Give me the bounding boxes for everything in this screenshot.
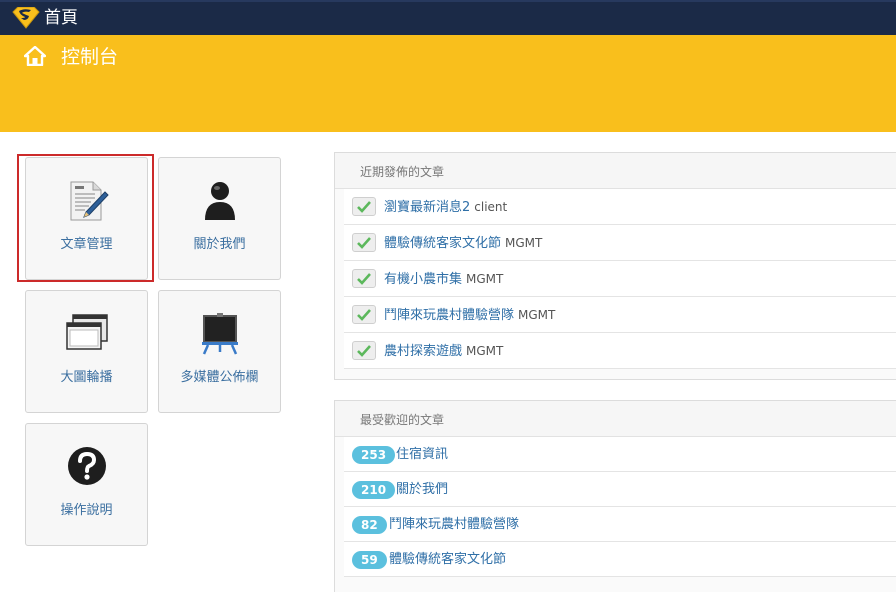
article-title-link[interactable]: 有機小農市集 bbox=[384, 272, 462, 287]
tile-label: 多媒體公佈欄 bbox=[180, 370, 259, 385]
list-item[interactable]: 瀏寶最新消息2 client bbox=[344, 189, 896, 225]
author-tag: MGMT bbox=[466, 344, 504, 358]
article-title-link[interactable]: 體驗傳統客家文化節 bbox=[384, 236, 501, 251]
home-icon bbox=[24, 46, 46, 66]
article-title-link[interactable]: 鬥陣來玩農村體驗營隊 bbox=[389, 507, 519, 542]
list-item[interactable]: 體驗傳統客家文化節 MGMT bbox=[344, 225, 896, 261]
popular-articles-panel: 最受歡迎的文章 253 住宿資訊 210 關於我們 82 鬥陣來玩農村體驗營隊 … bbox=[334, 400, 896, 592]
person-icon bbox=[204, 182, 235, 220]
recent-articles-panel: 近期發佈的文章 瀏寶最新消息2 client 體驗傳統客家文化節 MGMT 有機小農… bbox=[334, 152, 896, 380]
check-icon bbox=[352, 305, 376, 324]
presentation-board-icon bbox=[201, 313, 238, 355]
author-tag: MGMT bbox=[505, 236, 543, 250]
list-item[interactable]: 有機小農市集 MGMT bbox=[344, 261, 896, 297]
check-icon bbox=[352, 269, 376, 288]
article-title-link[interactable]: 鬥陣來玩農村體驗營隊 bbox=[384, 308, 514, 323]
list-item[interactable]: 農村探索遊戲 MGMT bbox=[344, 333, 896, 369]
tile-multimedia-board[interactable]: 多媒體公佈欄 bbox=[158, 290, 281, 413]
page-title: 控制台 bbox=[61, 46, 119, 68]
top-navbar: 首頁 bbox=[0, 0, 896, 35]
list-item[interactable]: 82 鬥陣來玩農村體驗營隊 bbox=[344, 507, 896, 542]
article-title-link[interactable]: 住宿資訊 bbox=[396, 437, 448, 472]
article-title-link[interactable]: 關於我們 bbox=[396, 472, 448, 507]
tile-label: 操作說明 bbox=[60, 503, 113, 518]
tile-about-us[interactable]: 關於我們 bbox=[158, 157, 281, 280]
list-item[interactable]: 210 關於我們 bbox=[344, 472, 896, 507]
panel-heading: 最受歡迎的文章 bbox=[335, 401, 896, 437]
tile-label: 關於我們 bbox=[193, 237, 246, 252]
tile-label: 文章管理 bbox=[60, 237, 113, 252]
author-tag: client bbox=[474, 200, 508, 214]
article-title-link[interactable]: 瀏寶最新消息2 bbox=[384, 200, 470, 215]
home-link[interactable]: 首頁 bbox=[44, 7, 78, 29]
check-icon bbox=[352, 341, 376, 360]
document-edit-icon bbox=[70, 181, 109, 221]
article-title-link[interactable]: 農村探索遊戲 bbox=[384, 344, 462, 359]
list-item[interactable]: 59 體驗傳統客家文化節 bbox=[344, 542, 896, 577]
author-tag: MGMT bbox=[466, 272, 504, 286]
view-count-badge: 210 bbox=[352, 481, 396, 499]
tile-label: 大圖輪播 bbox=[60, 370, 113, 385]
view-count-badge: 82 bbox=[352, 516, 387, 534]
superman-logo-icon[interactable] bbox=[11, 7, 41, 29]
tile-help[interactable]: 操作說明 bbox=[25, 423, 148, 546]
list-item[interactable]: 鬥陣來玩農村體驗營隊 MGMT bbox=[344, 297, 896, 333]
panel-heading: 近期發佈的文章 bbox=[335, 153, 896, 189]
list-item[interactable]: 253 住宿資訊 bbox=[344, 437, 896, 472]
windows-icon bbox=[65, 314, 108, 350]
check-icon bbox=[352, 197, 376, 216]
author-tag: MGMT bbox=[518, 308, 556, 322]
check-icon bbox=[352, 233, 376, 252]
dashboard-banner: 控制台 bbox=[0, 35, 896, 132]
help-question-icon bbox=[67, 447, 106, 485]
view-count-badge: 253 bbox=[352, 446, 396, 464]
view-count-badge: 59 bbox=[352, 551, 387, 569]
article-title-link[interactable]: 體驗傳統客家文化節 bbox=[389, 542, 506, 577]
tile-banner-carousel[interactable]: 大圖輪播 bbox=[25, 290, 148, 413]
tile-article-management[interactable]: 文章管理 bbox=[25, 157, 148, 280]
